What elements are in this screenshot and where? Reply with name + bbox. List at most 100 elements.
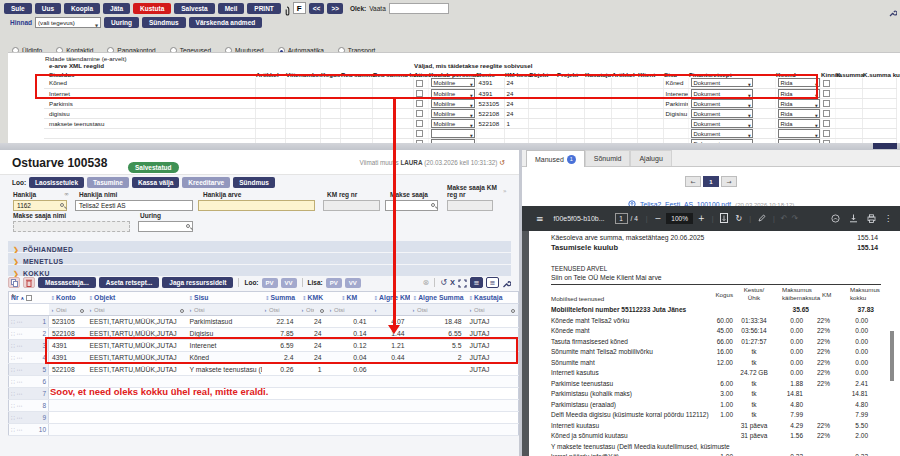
kinnita-checkbox[interactable]	[823, 130, 830, 137]
dense-view-icon[interactable]: ≡	[470, 277, 483, 288]
rea-summa-cell[interactable]	[340, 118, 372, 128]
signature-icon[interactable]	[831, 214, 840, 224]
download-icon[interactable]	[849, 214, 858, 224]
retsept-select[interactable]: Dokument	[691, 129, 753, 138]
retsept-select[interactable]: Dokument	[691, 119, 753, 128]
undo-icon[interactable]: ↺	[440, 277, 447, 288]
section-pohiandmed[interactable]: ❯PÕHIANDMED	[8, 241, 511, 252]
personal-select[interactable]: Mobiilne	[431, 78, 475, 87]
viitenumber-cell[interactable]	[285, 88, 320, 98]
koopia-button[interactable]: Koopia	[64, 3, 100, 14]
zoom-in-icon[interactable]: +	[698, 214, 705, 223]
col-kasutaja[interactable]: ↕Kasutaja	[467, 292, 519, 304]
section-kokku[interactable]: ❯KOKKU	[8, 265, 511, 276]
rea-summa-kuni-cell[interactable]	[372, 108, 413, 118]
sundmus-create-button[interactable]: Sündmus	[233, 177, 275, 188]
settings-icon[interactable]	[889, 3, 897, 21]
pdf-scrollbar[interactable]	[890, 331, 894, 381]
rea-summa-cell[interactable]	[340, 128, 372, 138]
col-algne-km[interactable]: ↕Algne KM	[372, 292, 410, 304]
tasumine-button[interactable]: Tasumine	[87, 177, 129, 188]
retsept-select[interactable]: Dokument	[691, 99, 753, 108]
col-km[interactable]: ↕KM	[327, 292, 372, 304]
rea-summa-kuni-cell[interactable]	[372, 78, 413, 88]
viitenumber-cell[interactable]	[285, 128, 320, 138]
tab-manused[interactable]: Manused1	[526, 150, 585, 167]
sule-button[interactable]: Sule	[4, 3, 32, 14]
grid-settings-icon[interactable]	[502, 274, 511, 292]
kmk-search[interactable]: › Otsi	[299, 304, 327, 316]
sisu-search[interactable]: › Otsi	[187, 304, 262, 316]
retsept-select[interactable]: Dokument	[691, 89, 753, 98]
pdf-page-input[interactable]: 1	[615, 213, 628, 224]
rea-summa-cell[interactable]	[340, 78, 372, 88]
artikkel-cell[interactable]	[255, 128, 285, 138]
makse-saaja-input[interactable]	[385, 200, 438, 211]
next-button[interactable]: >>	[327, 3, 343, 14]
kasutaja-search[interactable]: › Otsi	[467, 304, 519, 316]
hankija-arve-input[interactable]	[198, 200, 315, 211]
koond-select[interactable]: Rida	[778, 109, 820, 118]
kinnita-checkbox[interactable]	[823, 90, 830, 97]
ainus-checkbox[interactable]	[416, 120, 423, 127]
rea-summa-kuni-cell[interactable]	[372, 118, 413, 128]
search-icon[interactable]	[186, 224, 190, 228]
objekt-search[interactable]: › Otsi	[87, 304, 187, 316]
viitenumber-cell[interactable]	[285, 118, 320, 128]
pdf-menu-icon[interactable]: ≡	[536, 214, 544, 224]
prev-page-button[interactable]: ←	[685, 176, 701, 187]
artikkel-cell[interactable]	[255, 118, 285, 128]
kinnita-checkbox[interactable]	[823, 80, 830, 87]
meil-button[interactable]: Meil	[218, 3, 245, 14]
viitenumber-cell[interactable]	[285, 98, 320, 108]
summa-search[interactable]: › Otsi	[262, 304, 299, 316]
invoice-row[interactable]: ∷ ⋯5 522108 EESTI,TARTU,MÜÜK,JUTAJ Y mak…	[9, 364, 519, 376]
rea-summa-cell[interactable]	[340, 108, 372, 118]
laosissetulek-button[interactable]: Laosissetulek	[29, 177, 84, 188]
kinnita-checkbox[interactable]	[823, 100, 830, 107]
personal-select[interactable]: Mobiilne	[431, 89, 475, 98]
rea-summa-cell[interactable]	[340, 88, 372, 98]
aseta-retsept-button[interactable]: Aseta retsept...	[99, 277, 160, 288]
lisa-vv-button[interactable]: VV	[345, 278, 361, 288]
personal-select[interactable]	[431, 129, 475, 138]
rea-summa-kuni-cell[interactable]	[372, 98, 413, 108]
kogus-cell[interactable]	[320, 98, 340, 108]
kogus-cell[interactable]	[320, 128, 340, 138]
ainus-checkbox[interactable]	[416, 110, 423, 117]
kassa-valja-button[interactable]: Kassa välja	[132, 177, 179, 188]
hankija-nimi-input[interactable]: Telisa2 Eesti AS	[75, 200, 193, 211]
rea-summa-kuni-cell[interactable]	[372, 88, 413, 98]
ainus-checkbox[interactable]	[416, 100, 423, 107]
fit-page-icon[interactable]	[720, 213, 728, 224]
uus-button[interactable]: Uus	[35, 3, 61, 14]
rotate-icon[interactable]: ↻	[735, 214, 742, 223]
invoice-row[interactable]: ∷ ⋯1 523105 EESTI,TARTU,MÜÜK,JUTAJ Parki…	[9, 316, 519, 328]
current-page-button[interactable]: 1	[703, 176, 719, 187]
varskenda-button[interactable]: Värskenda andmed	[189, 17, 263, 28]
artikkel-cell[interactable]	[255, 78, 285, 88]
expand-fields-icon[interactable]: »	[503, 187, 507, 194]
delete-rows-icon[interactable]	[23, 277, 35, 288]
uuring-input[interactable]	[138, 221, 193, 232]
koond-select[interactable]: Rida	[778, 99, 820, 108]
excel-icon[interactable]: X	[450, 278, 455, 287]
retsept-select[interactable]: Dokument	[691, 78, 753, 87]
tab-sonumid[interactable]: Sõnumid	[585, 150, 631, 166]
tab-ajalugu[interactable]: Ajalugu	[630, 150, 671, 166]
rea-summa-cell[interactable]	[340, 98, 372, 108]
algne-km-search[interactable]: ›	[372, 304, 410, 316]
kogus-cell[interactable]	[320, 88, 340, 98]
personal-select[interactable]: Mobiilne	[431, 119, 475, 128]
viitenumber-cell[interactable]	[285, 108, 320, 118]
col-nr[interactable]: Nr ∧	[9, 292, 49, 304]
col-summa[interactable]: ↕Summa	[262, 292, 299, 304]
action-select[interactable]: (vali tegevus)	[35, 17, 101, 28]
uuring-button[interactable]: Uuring	[104, 17, 139, 28]
print-button[interactable]: PRINT	[247, 3, 281, 14]
select-all-checkbox[interactable]	[26, 295, 32, 301]
algne-summa-search[interactable]: › Otsi	[410, 304, 467, 316]
link-icon[interactable]: ∞	[64, 190, 69, 197]
more-options-icon[interactable]: ⋮	[884, 214, 892, 223]
artikkel-cell[interactable]	[255, 98, 285, 108]
